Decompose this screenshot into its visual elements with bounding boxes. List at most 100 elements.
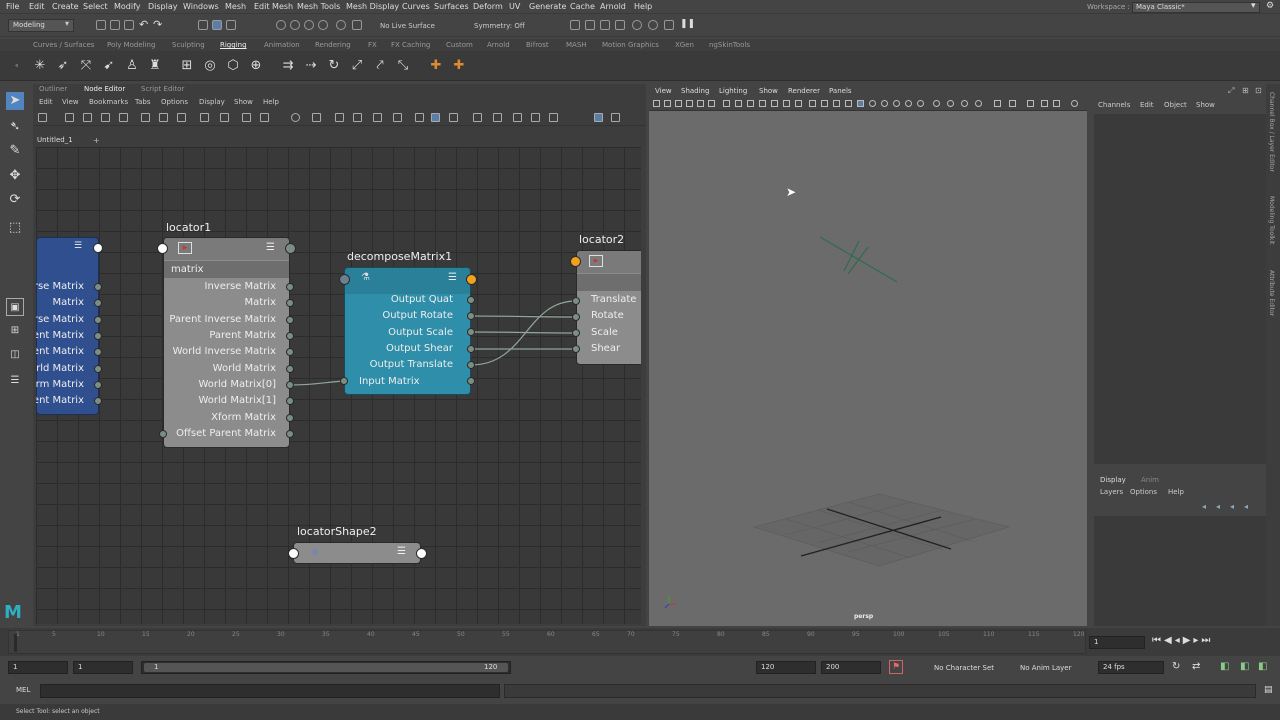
ne-input-connections-icon[interactable] [119,113,128,122]
port-dot[interactable] [467,296,475,304]
ne-simple-mode-icon[interactable] [220,113,229,122]
vp-resolution-gate-icon[interactable] [747,100,754,107]
port-dot[interactable] [286,299,294,307]
joint-tool-icon[interactable]: ✳ [32,58,48,74]
port-dot[interactable] [340,377,348,385]
vp-ao-icon[interactable] [881,100,888,107]
ne-frame-selected-icon[interactable] [101,113,110,122]
paint-select-icon[interactable]: ✎ [6,142,24,160]
loop-icon[interactable]: ↻ [1172,661,1180,672]
snap-surface-icon[interactable] [336,20,346,30]
command-input[interactable] [40,684,500,698]
shelf-tab-curves-surfaces[interactable]: Curves / Surfaces [33,41,94,49]
shelf-tab-rigging[interactable]: Rigging [220,41,247,49]
new-scene-icon[interactable] [96,20,106,30]
select-tool-icon[interactable]: ➤ [6,92,24,110]
ne-grid-icon[interactable] [431,113,440,122]
port-dot[interactable] [286,365,294,373]
ne-sync-icon[interactable] [493,113,502,122]
channel-box-body[interactable] [1094,114,1266,464]
node-input-port[interactable] [339,274,350,285]
vp-exposure-icon[interactable] [994,100,1001,107]
shelf-tab-custom[interactable]: Custom [446,41,473,49]
render-frame-icon[interactable] [570,20,580,30]
shelf-tab-rendering[interactable]: Rendering [315,41,351,49]
paint-weights-icon[interactable]: ◎ [202,58,218,74]
port-dot[interactable] [94,365,102,373]
ne-minus-icon[interactable] [531,113,540,122]
range-slider[interactable]: 1 120 [141,661,511,674]
menu-modify[interactable]: Modify [114,2,141,11]
ik-spline-icon[interactable]: ⤧ [78,58,94,74]
port-dot[interactable] [467,377,475,385]
auto-key-icon[interactable]: ⚑ [889,660,903,674]
settings-icon[interactable]: ⚙ [1266,1,1274,11]
vp-grease-pencil-icon[interactable] [708,100,715,107]
port-dot[interactable] [159,430,167,438]
tab-node-editor[interactable]: Node Editor [84,85,125,93]
symmetry-select[interactable]: Symmetry: Off [474,22,525,30]
menu-surfaces[interactable]: Surfaces [434,2,469,11]
ne-connected-mode-icon[interactable] [242,113,251,122]
side-tab-attribute-editor[interactable]: Attribute Editor [1268,270,1275,316]
layout-single-icon[interactable]: ▣ [6,298,24,316]
le-menu-options[interactable]: Options [1130,488,1157,496]
port-dot[interactable] [286,348,294,356]
ne-output-connections-icon[interactable] [141,113,150,122]
menu-cache[interactable]: Cache [570,2,595,11]
live-surface-label[interactable]: No Live Surface [380,22,435,30]
ne-menu-tabs[interactable]: Tabs [135,98,151,106]
ne-layout-icon[interactable] [373,113,382,122]
ne-full-mode-icon[interactable] [260,113,269,122]
vp-menu-panels[interactable]: Panels [829,87,852,95]
add-tab-button[interactable]: + [93,136,100,145]
workspace-select[interactable]: Maya Classic* [1132,2,1260,13]
vp-smooth-shade-icon[interactable] [821,100,828,107]
locator-icon[interactable]: ✚ [428,58,444,74]
ne-swatch-icon[interactable] [415,113,424,122]
new-layer-selected-icon[interactable]: ◂ [1244,502,1248,511]
pole-vector-icon[interactable]: ⤡ [395,58,411,74]
select-by-object-icon[interactable] [212,20,222,30]
shelf-tab-fx-caching[interactable]: FX Caching [391,41,430,49]
animation-start-field[interactable]: 1 [8,661,68,674]
ne-grid-snap-icon[interactable] [594,113,603,122]
shelf-tab-mash[interactable]: MASH [566,41,587,49]
render-settings-icon[interactable] [615,20,625,30]
humanik-icon[interactable]: ♙ [124,58,140,74]
ne-remove-icon[interactable] [200,113,209,122]
node-menu-icon[interactable]: ☰ [74,241,82,251]
port-dot[interactable] [572,329,580,337]
scale-constraint-icon[interactable]: ⤢ [349,58,365,74]
vp-gamma-icon[interactable] [1009,100,1016,107]
layer-move-up-icon[interactable]: ◂ [1202,502,1206,511]
layer-editor-body[interactable] [1094,516,1266,626]
ne-menu-help[interactable]: Help [263,98,279,106]
menu-deform[interactable]: Deform [473,2,503,11]
command-language-label[interactable]: MEL [16,686,30,694]
le-menu-help[interactable]: Help [1168,488,1184,496]
scale-tool-icon[interactable]: ⬚ [6,219,24,237]
arnold-render-icon[interactable] [648,20,658,30]
hypershade-icon[interactable] [632,20,642,30]
open-scene-icon[interactable] [110,20,120,30]
vp-bookmark-icon[interactable] [675,100,682,107]
arnold-ipr-icon[interactable] [664,20,674,30]
port-dot[interactable] [94,348,102,356]
cb-option-icon[interactable]: ⤢ [1228,86,1234,96]
vp-lights-icon[interactable] [857,100,864,107]
port-dot[interactable] [467,361,475,369]
vp-isolate-icon[interactable] [933,100,940,107]
new-layer-icon[interactable]: ◂ [1230,502,1234,511]
vp-grid-icon[interactable] [723,100,730,107]
cb-menu-show[interactable]: Show [1196,101,1215,109]
port-dot[interactable] [94,299,102,307]
parent-constraint-icon[interactable]: ⇉ [280,58,296,74]
port-dot[interactable] [572,313,580,321]
node-output-port[interactable] [285,243,296,254]
vp-menu-shading[interactable]: Shading [681,87,709,95]
layer-move-down-icon[interactable]: ◂ [1216,502,1220,511]
shelf-tab-fx[interactable]: FX [368,41,377,49]
ne-menu-bookmarks[interactable]: Bookmarks [89,98,128,106]
menu-curves[interactable]: Curves [402,2,430,11]
